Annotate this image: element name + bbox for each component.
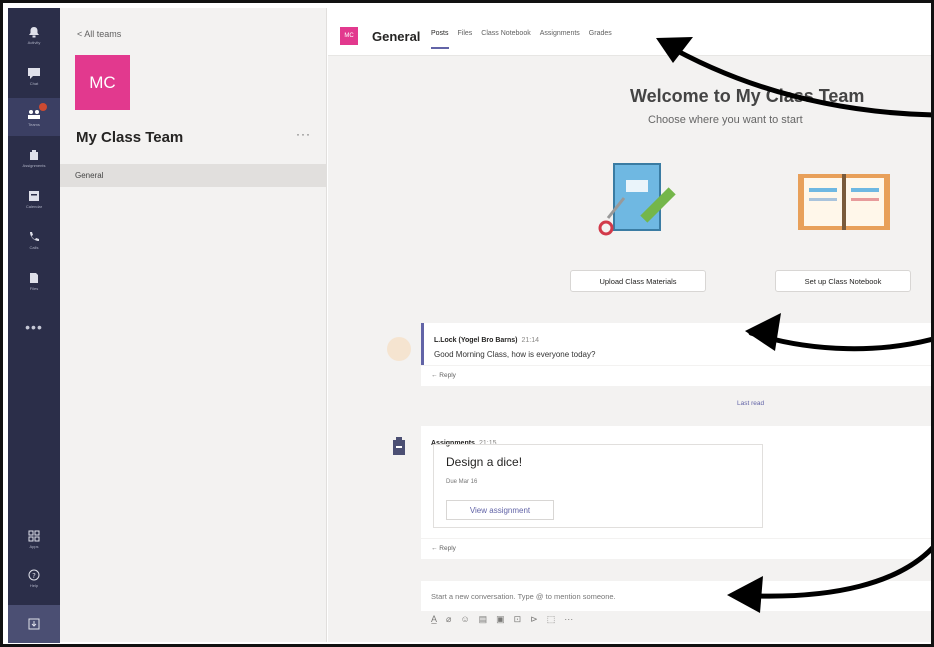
format-icon[interactable]: A̲: [431, 614, 437, 625]
last-read-marker: Last read: [737, 400, 765, 407]
rail-label: Apps: [29, 543, 39, 549]
channel-title: General: [372, 29, 421, 44]
channel-avatar: MC: [340, 27, 358, 45]
download-icon: [28, 618, 40, 630]
apps-icon: [28, 530, 40, 541]
rail-calls[interactable]: Calls: [8, 221, 60, 259]
screenshot-frame: Activity Chat Teams Assignments Calendar…: [0, 0, 934, 647]
calendar-icon: [29, 190, 39, 201]
rail-more[interactable]: •••: [8, 308, 60, 346]
rail-calendar[interactable]: Calendar: [8, 180, 60, 218]
channel-item-general[interactable]: General: [60, 164, 326, 187]
rail-label: Teams: [28, 121, 40, 127]
channel-main: MC General Posts Files Class Notebook As…: [328, 8, 931, 642]
giphy-icon[interactable]: ▤: [479, 614, 488, 625]
all-teams-link[interactable]: < All teams: [77, 29, 121, 39]
assignment-post: Assignments 21:15 Design a dice! Due Mar …: [421, 426, 931, 538]
author-avatar: [387, 337, 411, 361]
rail-chat[interactable]: Chat: [8, 57, 60, 95]
more-options-icon[interactable]: ···: [564, 614, 573, 625]
class-notebook-illustration: [798, 174, 890, 230]
assignment-card: Design a dice! Due Mar 16 View assignmen…: [433, 444, 763, 528]
bell-icon: [29, 26, 39, 37]
reply-link[interactable]: ← Reply: [431, 372, 456, 379]
rail-label: Files: [29, 285, 39, 291]
rail-label: Chat: [29, 80, 39, 86]
rail-activity[interactable]: Activity: [8, 16, 60, 54]
message-header: L.Lock (Yogel Bro Barns) 21:14: [434, 329, 927, 347]
upload-class-materials-button[interactable]: Upload Class Materials: [570, 270, 706, 292]
compose-toolbar: A̲ ⌀ ☺ ▤ ▣ ⊡ ⊳ ⬚ ···: [431, 614, 573, 625]
class-materials-illustration: [598, 163, 676, 236]
rail-help[interactable]: ? Help: [8, 559, 60, 597]
rail-files[interactable]: Files: [8, 262, 60, 300]
notification-badge: [39, 103, 47, 111]
rail-assignments[interactable]: Assignments: [8, 139, 60, 177]
rail-label: Help: [29, 582, 39, 588]
chat-icon: [28, 67, 40, 79]
tab-assignments[interactable]: Assignments: [540, 30, 580, 49]
assignment-title: Design a dice!: [446, 455, 523, 469]
reply-bar: ← Reply: [421, 366, 931, 386]
praise-icon[interactable]: ⊳: [530, 614, 538, 625]
assignment-due: Due Mar 16: [446, 479, 478, 485]
meet-icon[interactable]: ⊡: [514, 614, 522, 625]
team-panel: < All teams MC My Class Team ··· General: [60, 8, 327, 642]
welcome-title: Welcome to My Class Team: [630, 86, 865, 106]
help-icon: ?: [28, 569, 40, 580]
team-name: My Class Team: [76, 129, 184, 146]
message-post: L.Lock (Yogel Bro Barns) 21:14 Good Morni…: [421, 323, 931, 365]
calls-icon: [30, 231, 39, 241]
rail-label: Calendar: [25, 203, 43, 209]
welcome-subtitle: Choose where you want to start: [648, 114, 803, 126]
channel-tabs: Posts Files Class Notebook Assignments G…: [431, 30, 612, 49]
tab-grades[interactable]: Grades: [589, 30, 612, 49]
assignments-icon: [30, 149, 38, 160]
reply-link[interactable]: ← Reply: [431, 545, 456, 552]
tab-files[interactable]: Files: [458, 30, 473, 49]
tab-posts[interactable]: Posts: [431, 30, 449, 49]
reply-bar: ← Reply: [421, 539, 931, 559]
files-icon: [30, 272, 38, 283]
message-text: Good Morning Class, how is everyone toda…: [434, 350, 596, 359]
message-time: 21:14: [521, 337, 540, 344]
svg-text:?: ?: [32, 572, 36, 580]
rail-label: Activity: [27, 39, 41, 45]
set-up-class-notebook-button[interactable]: Set up Class Notebook: [775, 270, 911, 292]
tab-class-notebook[interactable]: Class Notebook: [481, 30, 530, 49]
app-rail: Activity Chat Teams Assignments Calendar…: [8, 8, 60, 643]
rail-download[interactable]: [8, 605, 60, 643]
rail-label: Assignments: [22, 162, 46, 168]
compose-box[interactable]: Start a new conversation. Type @ to ment…: [421, 581, 931, 611]
rail-teams[interactable]: Teams: [8, 98, 60, 136]
team-more-options[interactable]: ···: [296, 127, 311, 141]
team-avatar: MC: [75, 55, 130, 110]
more-icon: •••: [25, 319, 43, 335]
sticker-icon[interactable]: ▣: [496, 614, 505, 625]
channel-header: MC General Posts Files Class Notebook As…: [328, 8, 931, 56]
stream-icon[interactable]: ⬚: [547, 614, 556, 625]
rail-label: Calls: [29, 244, 39, 250]
emoji-icon[interactable]: ☺: [460, 614, 469, 625]
assignments-bot-avatar: [393, 437, 405, 455]
view-assignment-button[interactable]: View assignment: [446, 500, 554, 520]
rail-apps[interactable]: Apps: [8, 520, 60, 558]
attach-icon[interactable]: ⌀: [446, 614, 451, 625]
message-author: L.Lock (Yogel Bro Barns): [434, 337, 518, 344]
